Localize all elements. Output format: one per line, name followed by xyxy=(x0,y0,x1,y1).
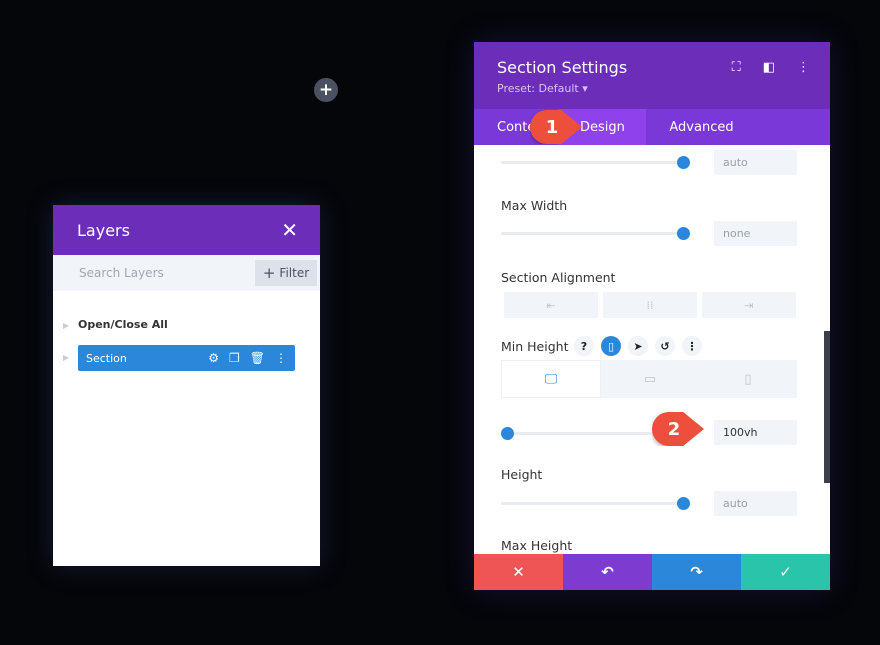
more-icon[interactable]: ⋮ xyxy=(682,336,702,356)
slider-handle[interactable] xyxy=(677,156,690,169)
height-input[interactable]: auto xyxy=(714,491,797,516)
slider-handle[interactable] xyxy=(677,227,690,240)
more-icon[interactable]: ⋮ xyxy=(797,60,810,75)
slider-handle[interactable] xyxy=(677,497,690,510)
duplicate-icon[interactable]: ❐ xyxy=(229,351,240,365)
section-settings-panel: Section Settings Preset: Default ▾ ⛶ ◧ ⋮ C… xyxy=(474,42,830,590)
fullscreen-icon[interactable]: ⛶ xyxy=(732,60,741,75)
trash-icon[interactable]: 🗑 xyxy=(250,351,265,365)
plus-icon: + xyxy=(262,264,276,282)
reset-icon[interactable]: ↺ xyxy=(655,336,675,356)
hover-cursor-icon[interactable]: ➤ xyxy=(628,336,648,356)
close-icon[interactable]: ✕ xyxy=(281,218,298,242)
height-slider[interactable] xyxy=(501,497,690,510)
max-width-input[interactable]: none xyxy=(714,221,797,246)
filter-button[interactable]: + Filter xyxy=(255,260,317,286)
align-center-button[interactable]: ⁞⁞ xyxy=(603,292,697,318)
width-input[interactable]: auto xyxy=(714,150,797,175)
min-height-label: Min Height xyxy=(501,339,569,354)
expand-icon[interactable]: ▶ xyxy=(63,321,69,330)
settings-footer: ✕ ↶ ↷ ✓ xyxy=(474,554,830,590)
settings-header: Section Settings Preset: Default ▾ ⛶ ◧ ⋮ xyxy=(474,42,830,109)
open-close-all[interactable]: Open/Close All xyxy=(78,318,168,331)
max-width-slider[interactable] xyxy=(501,227,690,240)
layers-header: Layers ✕ xyxy=(53,205,320,255)
layers-title: Layers xyxy=(77,220,130,240)
min-height-input[interactable]: 100vh xyxy=(714,420,797,445)
layer-item-section[interactable]: Section ⚙ ❐ 🗑 ⋮ xyxy=(78,345,295,371)
undo-button[interactable]: ↶ xyxy=(563,554,652,590)
add-section-button[interactable]: + xyxy=(314,78,338,102)
split-view-icon[interactable]: ◧ xyxy=(763,60,775,75)
help-icon[interactable]: ? xyxy=(574,336,594,356)
phone-tab[interactable]: ▯ xyxy=(699,360,797,398)
preset-dropdown[interactable]: Preset: Default ▾ xyxy=(497,82,807,95)
height-label: Height xyxy=(501,467,543,482)
tab-advanced[interactable]: Advanced xyxy=(646,109,756,145)
align-left-button[interactable]: ⇤ xyxy=(504,292,598,318)
redo-button[interactable]: ↷ xyxy=(652,554,741,590)
desktop-tab[interactable]: 🖵 xyxy=(501,360,601,398)
layers-search: Search Layers + Filter xyxy=(53,255,320,291)
max-width-label: Max Width xyxy=(501,198,568,213)
slider-handle[interactable] xyxy=(501,427,514,440)
tablet-tab[interactable]: ▭ xyxy=(601,360,699,398)
discard-button[interactable]: ✕ xyxy=(474,554,563,590)
search-input[interactable]: Search Layers xyxy=(79,266,164,280)
width-slider[interactable] xyxy=(501,156,690,169)
gear-icon[interactable]: ⚙ xyxy=(208,351,219,365)
section-alignment-label: Section Alignment xyxy=(501,270,616,285)
expand-icon[interactable]: ▶ xyxy=(63,353,69,362)
layers-panel: Layers ✕ Search Layers + Filter ▶ Open/Cl… xyxy=(53,205,320,566)
more-icon[interactable]: ⋮ xyxy=(275,351,287,365)
scrollbar[interactable] xyxy=(824,331,830,483)
responsive-icon[interactable]: ▯ xyxy=(601,336,621,356)
settings-tabs: Conte Design Advanced xyxy=(474,109,830,145)
settings-body: auto Max Width none Section Alignment ⇤ ⁞… xyxy=(474,145,830,554)
align-right-button[interactable]: ⇥ xyxy=(702,292,796,318)
save-button[interactable]: ✓ xyxy=(741,554,830,590)
max-height-label: Max Height xyxy=(501,538,573,553)
